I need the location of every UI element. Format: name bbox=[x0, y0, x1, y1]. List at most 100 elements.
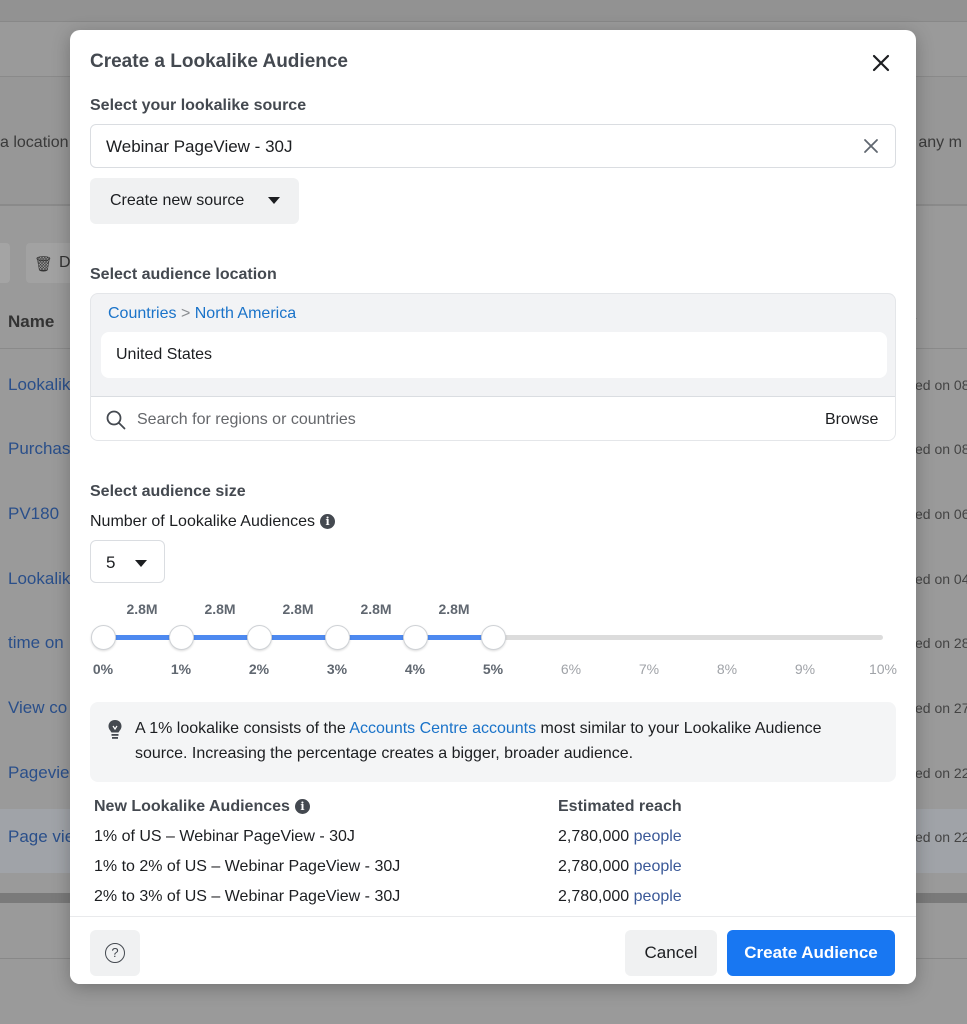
close-button[interactable] bbox=[867, 49, 895, 77]
slider-handle[interactable] bbox=[246, 625, 272, 650]
slider-reach-label: 2.8M bbox=[126, 601, 158, 617]
background-column-header-name: Name bbox=[8, 312, 55, 331]
slider-reach-label: 2.8M bbox=[282, 601, 314, 617]
slider-tick-label: 4% bbox=[404, 661, 426, 677]
reach-value: 2,780,000 bbox=[558, 888, 630, 905]
browse-button[interactable]: Browse bbox=[825, 411, 878, 429]
help-icon: ? bbox=[105, 943, 125, 963]
people-link[interactable]: people bbox=[634, 828, 682, 845]
audience-name: 1% to 2% of US – Webinar PageView - 30J bbox=[94, 858, 401, 875]
audience-reach: 2,780,000 people bbox=[558, 888, 682, 906]
slider-tick-label: 9% bbox=[794, 661, 816, 677]
slider-tick-label: 5% bbox=[482, 661, 504, 677]
info-icon[interactable]: i bbox=[320, 514, 336, 529]
slider-handle[interactable] bbox=[168, 625, 194, 650]
dialog-footer: ? Cancel Create Audience bbox=[70, 916, 916, 984]
people-link[interactable]: people bbox=[634, 858, 682, 875]
location-label: Select audience location bbox=[90, 266, 277, 283]
breadcrumb-north-america[interactable]: North America bbox=[195, 305, 296, 322]
reach-value: 2,780,000 bbox=[558, 858, 630, 875]
background-row-name: Purchas bbox=[8, 439, 71, 458]
slider-tick-label: 7% bbox=[638, 661, 660, 677]
clear-source-icon[interactable] bbox=[861, 136, 881, 156]
background-row-date: ed on 27 bbox=[915, 700, 967, 716]
background-row-date: ed on 08 bbox=[915, 377, 967, 393]
number-of-audiences-label: Number of Lookalike Audiences i bbox=[90, 513, 336, 531]
help-button[interactable]: ? bbox=[90, 930, 140, 976]
slider-handle[interactable] bbox=[402, 625, 428, 650]
slider-tick-label: 3% bbox=[326, 661, 348, 677]
header-new-audiences: New Lookalike Audiences i bbox=[94, 798, 310, 816]
search-icon bbox=[106, 410, 126, 430]
slider-tick-label: 0% bbox=[92, 661, 114, 677]
selected-location-item[interactable]: United States bbox=[101, 332, 887, 378]
breadcrumb-separator: > bbox=[180, 305, 191, 322]
create-lookalike-dialog: Create a Lookalike Audience Select your … bbox=[70, 30, 916, 984]
background-row-name: View co bbox=[8, 698, 68, 717]
create-audience-button[interactable]: Create Audience bbox=[727, 930, 895, 976]
lightbulb-icon bbox=[108, 720, 122, 739]
number-of-audiences-value: 5 bbox=[106, 553, 116, 572]
audience-size-slider[interactable]: 0% 1% 2% 3% 4% 5% 6% 7% 8% 9% 10% 2.8M 2.8M 2.8M 2.8M 2… bbox=[90, 595, 898, 685]
breadcrumb-countries[interactable]: Countries bbox=[108, 305, 176, 322]
audience-name: 2% to 3% of US – Webinar PageView - 30J bbox=[94, 888, 401, 905]
background-row-date: ed on 28 bbox=[915, 635, 967, 651]
slider-tick-label: 2% bbox=[248, 661, 270, 677]
location-selector: Countries > North America United States … bbox=[90, 293, 896, 441]
background-row-date: ed on 08 bbox=[915, 441, 967, 457]
background-row-name: Lookalik bbox=[8, 569, 71, 588]
info-icon[interactable]: i bbox=[294, 799, 310, 814]
slider-tick-label: 1% bbox=[170, 661, 192, 677]
background-row-name: Lookalik bbox=[8, 375, 71, 394]
audience-row: 1% of US – Webinar PageView - 30J 2,780,0… bbox=[94, 824, 884, 854]
background-text-fragment: a location bbox=[0, 134, 69, 151]
caret-down-icon bbox=[268, 197, 280, 204]
people-link[interactable]: people bbox=[634, 888, 682, 905]
background-row-date: ed on 06 bbox=[915, 506, 967, 522]
background-row-name: Pagevie bbox=[8, 763, 70, 782]
caret-down-icon bbox=[135, 560, 147, 567]
header-estimated-reach: Estimated reach bbox=[558, 798, 682, 815]
background-row-name: Page vie bbox=[8, 827, 75, 846]
reach-value: 2,780,000 bbox=[558, 828, 630, 845]
slider-reach-label: 2.8M bbox=[360, 601, 392, 617]
source-label: Select your lookalike source bbox=[90, 97, 307, 114]
header-new-audiences-text: New Lookalike Audiences bbox=[94, 798, 290, 815]
selected-location-label: United States bbox=[116, 346, 213, 363]
cancel-button[interactable]: Cancel bbox=[625, 930, 717, 976]
accounts-centre-link[interactable]: Accounts Centre accounts bbox=[349, 720, 536, 737]
create-new-source-label: Create new source bbox=[110, 192, 245, 209]
audience-reach: 2,780,000 people bbox=[558, 858, 682, 876]
audience-reach: 2,780,000 people bbox=[558, 828, 682, 846]
background-row-name: time on bbox=[8, 633, 64, 652]
background-toolbar-button bbox=[0, 243, 10, 283]
slider-tick-label: 6% bbox=[560, 661, 582, 677]
tip-text: A 1% lookalike consists of the Accounts … bbox=[135, 716, 875, 766]
slider-handle[interactable] bbox=[90, 625, 116, 650]
background-row-date: ed on 22 bbox=[915, 829, 967, 845]
lookalike-source-input[interactable]: Webinar PageView - 30J bbox=[90, 124, 896, 168]
slider-handle[interactable] bbox=[480, 625, 506, 650]
source-value: Webinar PageView - 30J bbox=[106, 137, 293, 156]
background-row-date: ed on 04 bbox=[915, 571, 967, 587]
table-header: New Lookalike Audiences i Estimated reach bbox=[94, 796, 884, 824]
lookalike-tip: A 1% lookalike consists of the Accounts … bbox=[90, 702, 896, 782]
size-label: Select audience size bbox=[90, 483, 246, 500]
audience-name: 1% of US – Webinar PageView - 30J bbox=[94, 828, 355, 845]
slider-tick-label: 8% bbox=[716, 661, 738, 677]
slider-reach-label: 2.8M bbox=[438, 601, 470, 617]
background-top-bar bbox=[0, 0, 967, 22]
location-search-bar: Browse bbox=[91, 396, 895, 440]
slider-handle[interactable] bbox=[324, 625, 350, 650]
slider-tick-label: 10% bbox=[868, 661, 898, 677]
tip-text-before: A 1% lookalike consists of the bbox=[135, 720, 350, 737]
trash-icon: 🗑 bbox=[34, 256, 54, 273]
location-breadcrumb: Countries > North America bbox=[108, 305, 296, 323]
close-icon bbox=[872, 54, 890, 72]
number-of-audiences-text: Number of Lookalike Audiences bbox=[90, 513, 316, 530]
location-search-input[interactable] bbox=[137, 405, 777, 435]
background-row-name: PV180 bbox=[8, 504, 60, 523]
number-of-audiences-select[interactable]: 5 bbox=[90, 540, 165, 583]
create-new-source-button[interactable]: Create new source bbox=[90, 178, 299, 224]
dialog-title: Create a Lookalike Audience bbox=[90, 51, 349, 72]
